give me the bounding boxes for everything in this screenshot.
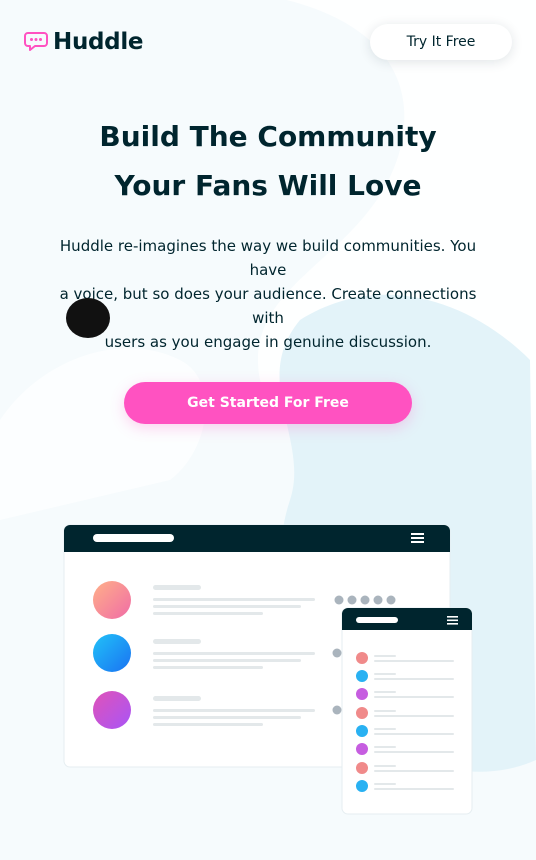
- hero-illustration: [63, 524, 473, 815]
- desc-line2: have: [249, 261, 287, 279]
- avatar-2: [93, 634, 131, 672]
- desc-line5: users as you engage in genuine discussio…: [104, 333, 432, 351]
- desc-line4: with: [252, 309, 284, 327]
- mobile-menu-icon: [447, 616, 458, 625]
- hero-description: Huddle re-imagines the way we build comm…: [33, 234, 503, 354]
- mobile-mockup: [341, 607, 473, 815]
- avatar-3: [93, 691, 131, 729]
- desc-line3: a voice, but so does your audience. Crea…: [59, 285, 477, 303]
- redaction-mark: [66, 298, 110, 338]
- avatar-1: [93, 581, 131, 619]
- try-it-free-button[interactable]: Try It Free: [370, 24, 512, 60]
- hero-title-line2: Your Fans Will Love: [114, 169, 422, 202]
- desc-line1: Huddle re-imagines the way we build comm…: [59, 237, 477, 255]
- get-started-button[interactable]: Get Started For Free: [124, 382, 412, 424]
- chat-bubble-icon: [24, 32, 48, 51]
- hero-title: Build The Community Your Fans Will Love: [24, 112, 512, 210]
- site-header: Huddle Try It Free: [24, 22, 512, 62]
- hero-title-line1: Build The Community: [99, 120, 437, 153]
- logo[interactable]: Huddle: [24, 29, 144, 55]
- desktop-menu-icon: [411, 533, 424, 543]
- logo-text: Huddle: [53, 29, 144, 55]
